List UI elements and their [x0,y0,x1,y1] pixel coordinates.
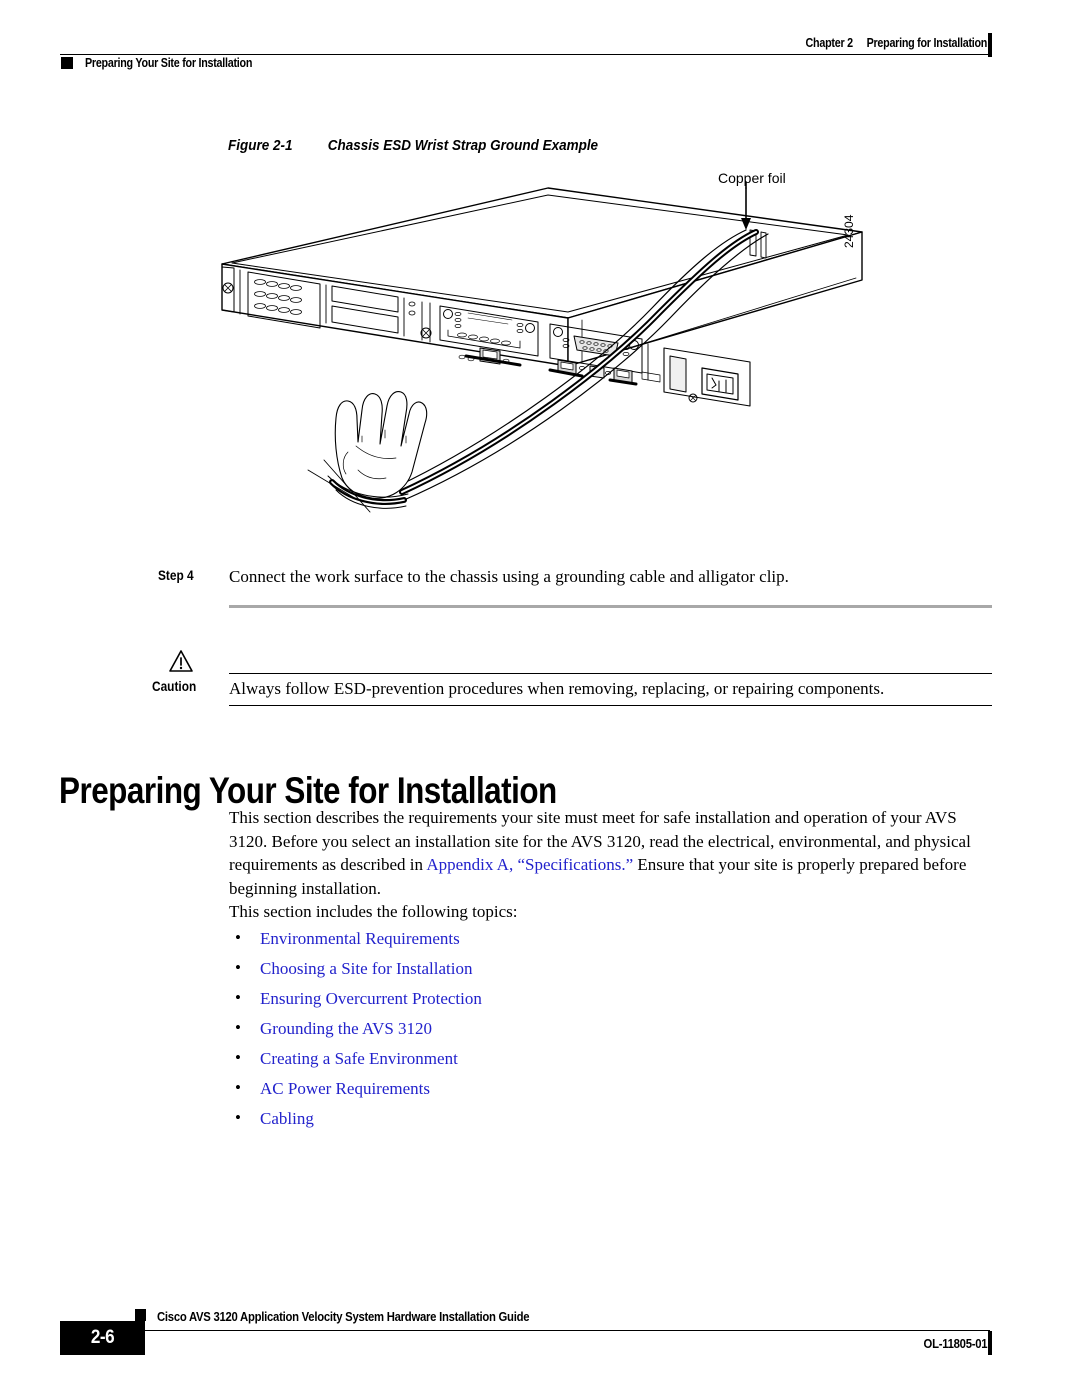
page-header: Chapter 2 Preparing for Installation Prep… [0,0,1080,90]
footer-rule [90,1330,990,1331]
caution-rule-bottom [229,705,992,706]
list-item[interactable]: AC Power Requirements [229,1078,829,1109]
step-text: Connect the work surface to the chassis … [229,567,789,586]
list-item[interactable]: Grounding the AVS 3120 [229,1018,829,1049]
header-square-bullet-icon [61,57,73,69]
header-chapter-info: Chapter 2 Preparing for Installation [805,36,987,50]
footer-right-tick [988,1331,992,1355]
figure-title: Chassis ESD Wrist Strap Ground Example [327,138,599,154]
figure-id-number: 24304 [842,214,856,248]
step-label: Step 4 [158,568,194,583]
topics-intro-text: This section includes the following topi… [229,902,518,921]
figure-number: Figure 2-1 [228,138,293,154]
header-chapter-title: Preparing for Installation [866,36,987,50]
topic-link-choosing-a-site-for-installation[interactable]: Choosing a Site for Installation [260,959,472,978]
warning-triangle-icon [168,649,194,673]
topics-list: Environmental Requirements Choosing a Si… [229,928,829,1139]
topic-link-cabling[interactable]: Cabling [260,1109,314,1128]
caution-text: Always follow ESD-prevention procedures … [229,679,885,698]
topic-link-environmental-requirements[interactable]: Environmental Requirements [260,929,460,948]
topic-link-ensuring-overcurrent-protection[interactable]: Ensuring Overcurrent Protection [260,989,482,1008]
list-item[interactable]: Creating a Safe Environment [229,1048,829,1079]
chassis-esd-wrist-strap-drawing [221,181,863,513]
topic-link-grounding-the-avs-3120[interactable]: Grounding the AVS 3120 [260,1019,432,1038]
topic-link-creating-a-safe-environment[interactable]: Creating a Safe Environment [260,1049,458,1068]
page-footer: Cisco AVS 3120 Application Velocity Syst… [0,1300,1080,1380]
footer-document-title: Cisco AVS 3120 Application Velocity Syst… [157,1309,530,1324]
copper-foil-callout-label: Copper foil [718,170,786,186]
header-running-head: Preparing Your Site for Installation [85,56,253,70]
caution-block: Caution Always follow ESD-prevention pro… [0,645,1080,715]
list-item[interactable]: Choosing a Site for Installation [229,958,829,989]
intro-paragraph: This section describes the requirements … [229,806,995,900]
footer-document-id: OL-11805-01 [923,1336,987,1351]
step-divider-rule [229,605,992,608]
figure-caption: Figure 2-1 Chassis ESD Wrist Strap Ground… [228,138,598,154]
header-chapter-number: Chapter 2 [805,36,853,50]
topic-link-ac-power-requirements[interactable]: AC Power Requirements [260,1079,430,1098]
caution-rule-top [229,673,992,674]
figure-illustration [190,160,910,560]
document-page: Chapter 2 Preparing for Installation Prep… [0,0,1080,1397]
appendix-a-specifications-link[interactable]: Appendix A, “Specifications.” [426,855,633,874]
list-item[interactable]: Ensuring Overcurrent Protection [229,988,829,1019]
footer-square-bullet-icon [135,1309,146,1321]
header-rule [60,54,990,55]
footer-page-number: 2-6 [90,1327,115,1348]
caution-label: Caution [152,679,197,694]
list-item[interactable]: Cabling [229,1108,829,1139]
list-item[interactable]: Environmental Requirements [229,928,829,959]
